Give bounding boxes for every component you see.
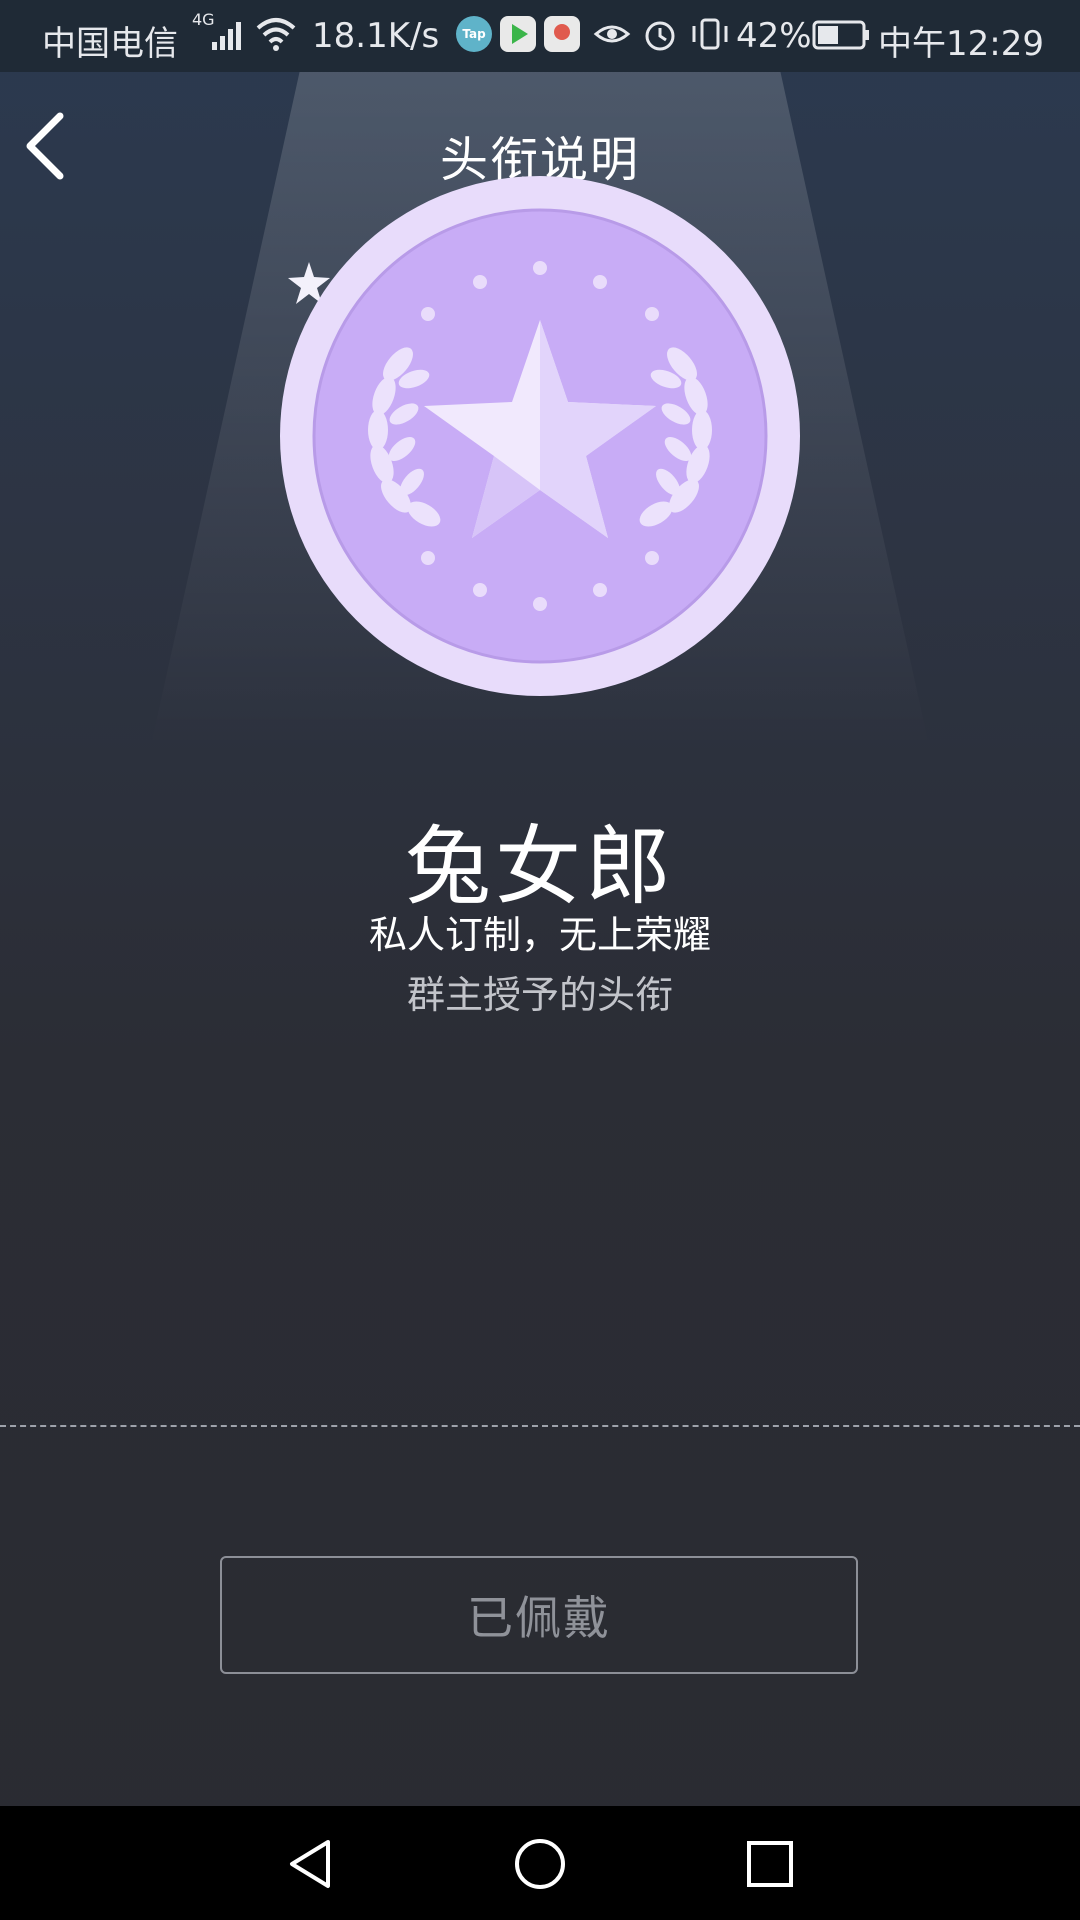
clock: 中午12:29 (878, 24, 1044, 64)
navigation-bar (0, 1806, 1080, 1920)
video-app-icon (500, 16, 536, 52)
divider (0, 1425, 1080, 1427)
wear-status-button[interactable]: 已佩戴 (220, 1556, 858, 1674)
star-medal-icon (280, 176, 800, 696)
carrier-name: 中国电信 (42, 24, 178, 64)
wifi-icon (256, 18, 296, 51)
taptap-icon: Tap (456, 16, 492, 52)
home-circle-icon[interactable] (510, 1834, 570, 1894)
screen: 中国电信 4G 18.1K/s Tap 42% 中午12:29 头衔说明 兔女郎… (0, 0, 1080, 1920)
alarm-icon (645, 21, 675, 51)
signal-icon (212, 22, 241, 50)
back-triangle-icon[interactable] (280, 1834, 340, 1894)
battery-percent: 42% (736, 16, 812, 56)
eye-icon (593, 25, 631, 43)
network-speed: 18.1K/s (312, 16, 440, 56)
battery-icon (812, 20, 869, 50)
map-app-icon (544, 16, 580, 52)
badge-description: 群主授予的头衔 (406, 973, 673, 1017)
recents-square-icon[interactable] (740, 1834, 800, 1894)
vibrate-icon (692, 18, 728, 50)
badge-name: 兔女郎 (405, 817, 675, 917)
status-bar: 中国电信 4G 18.1K/s Tap 42% 中午12:29 (0, 0, 1080, 72)
badge-subtitle: 私人订制，无上荣耀 (368, 913, 711, 957)
